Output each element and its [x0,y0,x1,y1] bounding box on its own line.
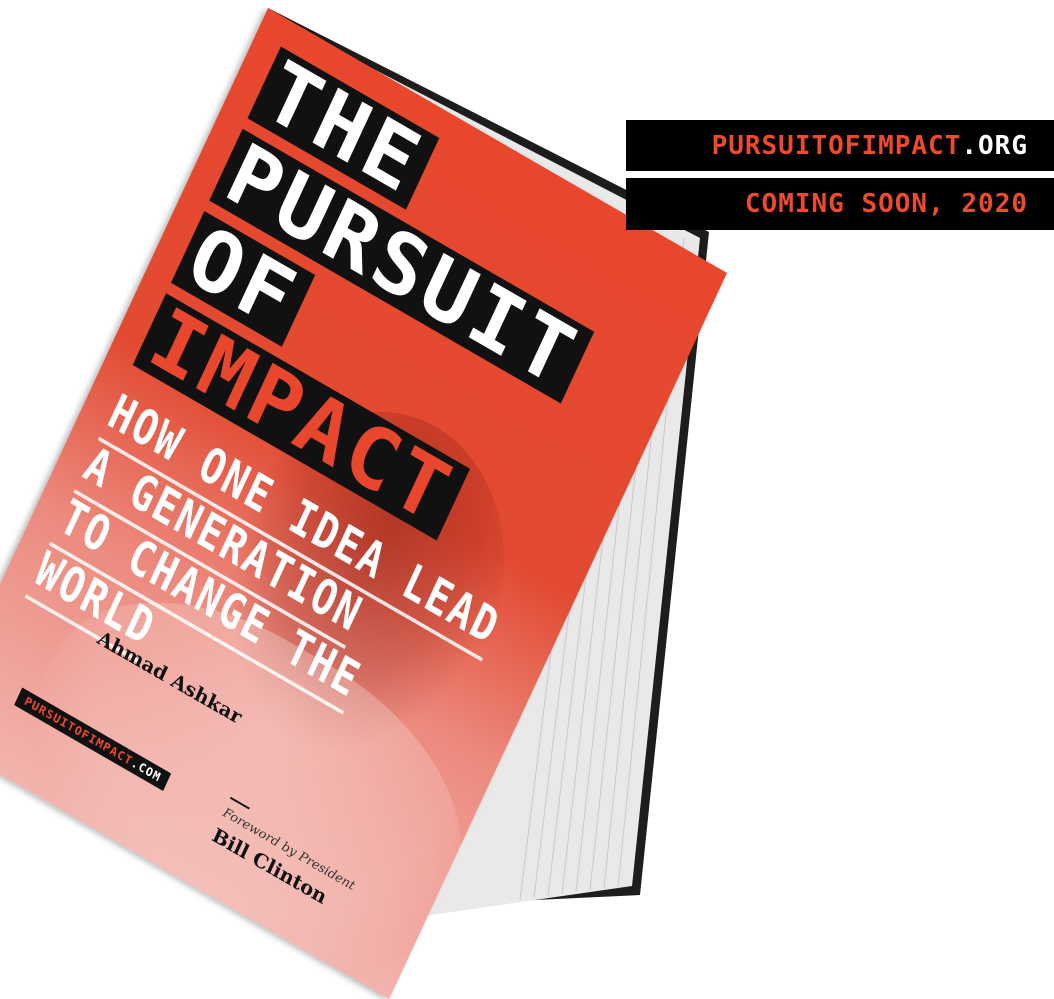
website-url-accent: PURSUITOFIMPACT [711,130,962,161]
website-banner[interactable]: PURSUITOFIMPACT .ORG [626,120,1054,171]
book-mockup: THE PURSUIT OF IMPACT HOW ONE IDEA LEAD … [0,0,727,999]
website-url-tld: .ORG [961,130,1028,161]
coming-soon-banner: COMING SOON, 2020 [626,178,1054,230]
